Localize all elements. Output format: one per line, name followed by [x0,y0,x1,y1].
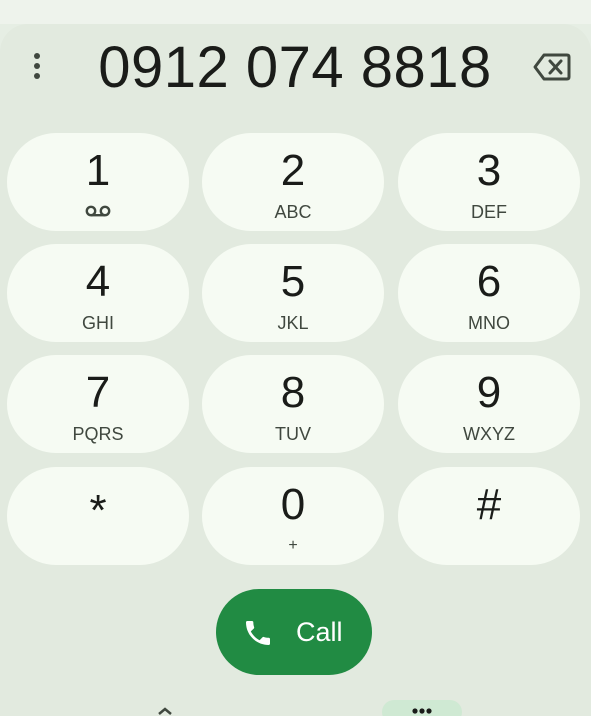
key-digit: 4 [85,257,111,306]
key-letters: TUV [275,424,311,444]
call-button[interactable]: Call [216,589,372,675]
call-button-label: Call [296,617,343,647]
chevron-up-icon[interactable] [156,700,174,716]
key-digit: 9 [476,368,502,417]
backspace-icon[interactable] [532,52,572,82]
more-vert-dot [34,63,40,69]
key-1[interactable]: 1 [7,133,189,231]
key-letters: + [288,537,298,554]
key-digit: 3 [476,146,502,195]
key-letters: GHI [81,313,114,333]
key-digit: 2 [280,146,306,195]
key-star[interactable]: * [7,467,189,565]
key-letters: DEF [471,202,507,222]
key-letters: MNO [468,313,510,333]
key-2[interactable]: 2 ABC [202,133,384,231]
more-vert-dot [34,73,40,79]
phone-number-display[interactable]: 0912 074 8818 [70,28,520,108]
key-9[interactable]: 9 WXYZ [398,355,580,453]
key-letters: ABC [274,202,312,222]
key-digit: 7 [85,368,111,417]
key-digit: 8 [280,368,306,417]
top-edge [0,0,591,24]
key-8[interactable]: 8 TUV [202,355,384,453]
key-digit: 5 [280,257,306,306]
phone-icon [246,621,270,645]
more-options-button[interactable] [22,46,52,86]
key-4[interactable]: 4 GHI [7,244,189,342]
key-digit: # [476,480,502,529]
key-letters: PQRS [72,424,124,444]
key-digit: 0 [280,480,306,529]
key-7[interactable]: 7 PQRS [7,355,189,453]
more-vert-icon [34,53,40,59]
key-5[interactable]: 5 JKL [202,244,384,342]
key-digit: 6 [476,257,502,306]
key-letters: JKL [277,313,309,333]
key-digit: * [89,486,107,535]
key-digit: 1 [85,146,111,195]
dialpad-icon [412,708,432,714]
dialer-screen: 0912 074 8818 1 2 ABC 3 DEF 4 GHI 5 JKL … [0,0,591,716]
key-3[interactable]: 3 DEF [398,133,580,231]
key-hash[interactable]: # [398,467,580,565]
dialpad-tab-indicator[interactable] [382,700,462,716]
voicemail-icon [85,205,111,217]
key-letters: WXYZ [463,424,515,444]
key-0[interactable]: 0 + [202,467,384,565]
key-6[interactable]: 6 MNO [398,244,580,342]
